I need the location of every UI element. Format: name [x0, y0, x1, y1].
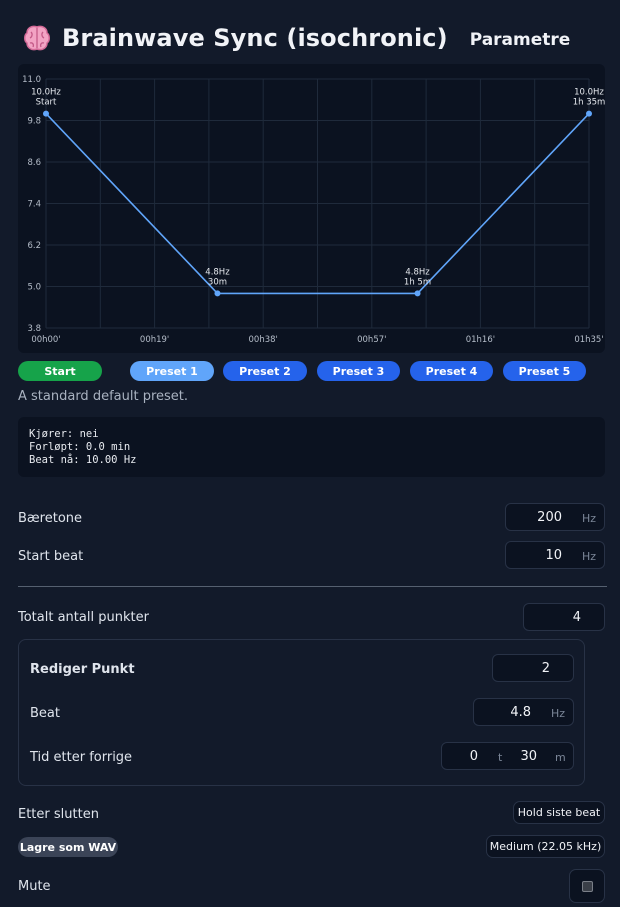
- preset-1-button[interactable]: Preset 1: [130, 361, 214, 381]
- point-label-hz: 10.0Hz: [31, 88, 61, 98]
- point-label-time: 1h 35m: [573, 98, 605, 108]
- x-tick-label: 00h57': [357, 335, 386, 345]
- start-beat-label: Start beat: [18, 549, 84, 564]
- status-running: Kjører: nei: [29, 428, 99, 440]
- edit-point-input[interactable]: 2: [492, 654, 574, 682]
- carrier-input[interactable]: 200 Hz: [505, 503, 605, 531]
- preset-3-button[interactable]: Preset 3: [317, 361, 400, 381]
- beat-point: [43, 110, 49, 117]
- preset-5-button[interactable]: Preset 5: [503, 361, 586, 381]
- time-after-input[interactable]: 0 t 30 m: [441, 742, 574, 770]
- edit-point-title: Rediger Punkt: [30, 662, 135, 677]
- beat-point: [214, 290, 221, 297]
- divider: [18, 586, 607, 587]
- point-label-hz: 4.8Hz: [205, 267, 230, 277]
- total-points-label: Totalt antall punkter: [18, 610, 149, 625]
- point-label-time: 1h 5m: [404, 277, 431, 287]
- beat-chart-svg: 11.0 9.8 8.6 7.4 6.2 5.0 3.800h00' 00h19' 00h38'…: [22, 75, 605, 345]
- point-label-time: Start: [36, 98, 57, 108]
- x-tick-label: 01h16': [466, 335, 495, 345]
- point-beat-unit: Hz: [551, 707, 566, 720]
- y-tick-label: 9.8: [27, 117, 41, 127]
- mute-checkbox[interactable]: [582, 881, 593, 892]
- y-tick-label: 8.6: [27, 158, 41, 168]
- mute-label: Mute: [18, 879, 51, 894]
- x-tick-label: 00h19': [140, 335, 169, 345]
- point-label-hz: 10.0Hz: [574, 88, 604, 98]
- start-beat-input[interactable]: 10 Hz: [505, 541, 605, 569]
- status-elapsed: Forløpt: 0.0 min: [29, 441, 131, 453]
- point-label-hz: 4.8Hz: [405, 267, 430, 277]
- hours-unit: t: [498, 751, 503, 764]
- edit-point-value: 2: [541, 661, 550, 676]
- minutes-unit: m: [555, 751, 566, 764]
- quality-select[interactable]: Medium (22.05 kHz): [486, 835, 605, 858]
- preset-description: A standard default preset.: [18, 389, 189, 404]
- x-tick-label: 01h35': [574, 335, 603, 345]
- section-title: Parametre: [469, 29, 571, 50]
- minutes-value[interactable]: 30: [520, 749, 537, 764]
- start-beat-unit: Hz: [582, 550, 597, 563]
- carrier-label: Bæretone: [18, 511, 83, 526]
- total-points-value: 4: [572, 610, 581, 625]
- status-panel: Kjører: nei Forløpt: 0.0 min Beat nå: 10…: [18, 417, 605, 477]
- status-beat-now: Beat nå: 10.00 Hz: [29, 454, 137, 466]
- x-tick-label: 00h38': [249, 335, 278, 345]
- mute-toggle[interactable]: [569, 869, 605, 903]
- app-title: Brainwave Sync (isochronic): [62, 24, 448, 52]
- carrier-unit: Hz: [582, 512, 597, 525]
- y-tick-label: 5.0: [27, 283, 41, 293]
- y-tick-label: 11.0: [22, 75, 41, 85]
- y-tick-label: 7.4: [27, 200, 41, 210]
- header: Brainwave Sync (isochronic) Parametre: [22, 20, 570, 56]
- beat-point: [586, 110, 592, 117]
- preset-2-button[interactable]: Preset 2: [223, 361, 307, 381]
- brain-icon: [24, 25, 50, 51]
- save-wav-button[interactable]: Lagre som WAV: [18, 837, 118, 857]
- total-points-input[interactable]: 4: [523, 603, 605, 631]
- carrier-value: 200: [537, 510, 562, 525]
- y-tick-label: 6.2: [27, 241, 41, 251]
- x-tick-label: 00h00': [31, 335, 60, 345]
- after-end-label: Etter slutten: [18, 807, 99, 822]
- preset-4-button[interactable]: Preset 4: [410, 361, 493, 381]
- hours-value[interactable]: 0: [470, 749, 478, 764]
- point-beat-value: 4.8: [510, 705, 531, 720]
- after-end-select[interactable]: Hold siste beat: [513, 801, 605, 824]
- start-beat-value: 10: [545, 548, 562, 563]
- start-button[interactable]: Start: [18, 361, 102, 381]
- point-beat-label: Beat: [30, 706, 60, 721]
- y-tick-label: 3.8: [27, 324, 41, 334]
- time-after-label: Tid etter forrige: [30, 750, 133, 765]
- beat-point: [414, 290, 421, 297]
- beat-chart: 11.0 9.8 8.6 7.4 6.2 5.0 3.8 00h00' 00h19' 00h38'…: [18, 64, 605, 353]
- point-label-time: 30m: [208, 277, 227, 287]
- point-beat-input[interactable]: 4.8 Hz: [473, 698, 574, 726]
